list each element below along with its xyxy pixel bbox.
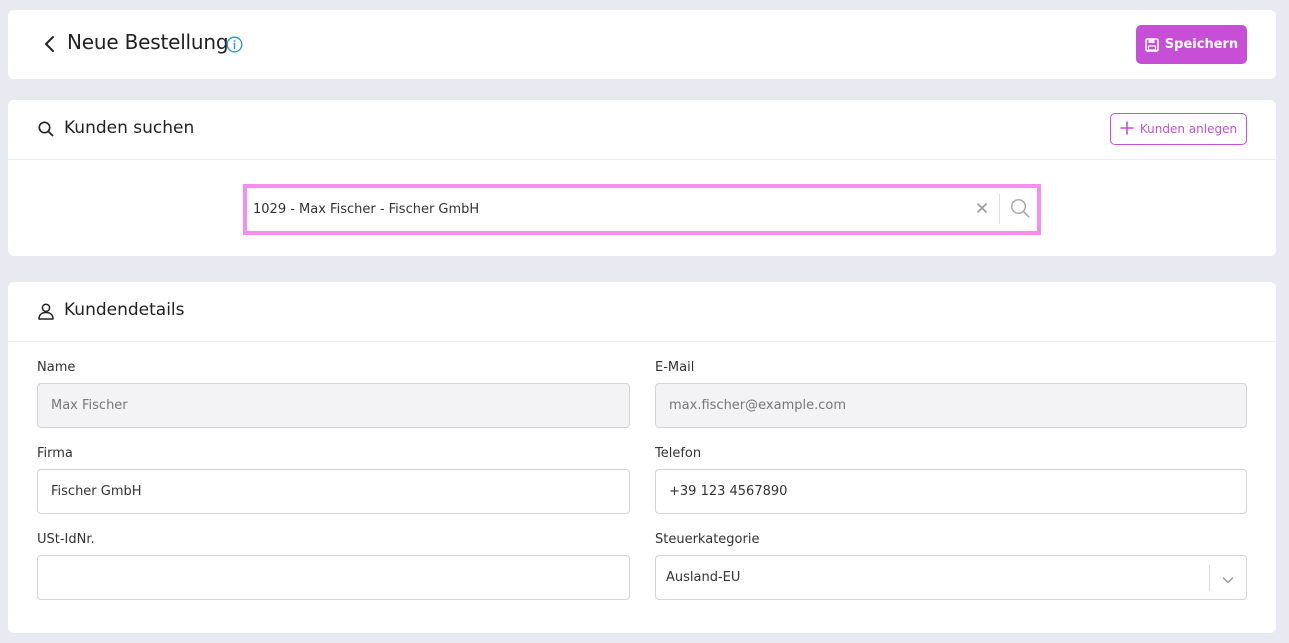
search-divider [999,194,1000,224]
vat-field[interactable] [37,555,630,600]
save-icon [1144,37,1159,52]
customer-search-section: Kunden suchen Kunden anlegen [8,100,1276,256]
customer-details-section: Kundendetails Name Firma USt-IdNr. E-Mai… [8,282,1276,633]
info-icon[interactable] [226,36,243,53]
tax-category-value: Ausland-EU [666,570,741,585]
tax-category-select[interactable]: Ausland-EU [655,555,1247,600]
email-field [655,383,1247,428]
phone-label: Telefon [655,446,702,461]
customer-search-box [243,184,1041,235]
vat-label: USt-IdNr. [37,532,95,547]
save-button[interactable]: Speichern [1136,25,1247,64]
section-header: Kunden suchen Kunden anlegen [8,100,1276,160]
page-title: Neue Bestellung [67,30,229,54]
phone-field[interactable] [655,469,1247,514]
plus-icon [1120,120,1134,138]
add-customer-label: Kunden anlegen [1139,122,1238,136]
user-icon [37,302,55,320]
page-header: Neue Bestellung Speichern [8,10,1276,79]
search-icon[interactable] [1009,197,1031,219]
email-label: E-Mail [655,360,695,375]
name-label: Name [37,360,76,375]
section-title: Kunden suchen [64,118,195,138]
company-label: Firma [37,446,73,461]
tax-category-label: Steuerkategorie [655,532,760,547]
company-field[interactable] [37,469,630,514]
chevron-left-icon[interactable] [40,34,60,54]
section-header: Kundendetails [8,282,1276,342]
customer-search-input[interactable] [253,194,963,225]
add-customer-button[interactable]: Kunden anlegen [1110,113,1247,145]
select-divider [1209,565,1210,591]
name-field [37,383,630,428]
section-title: Kundendetails [64,300,185,320]
chevron-down-icon[interactable] [1221,572,1235,586]
search-icon [37,120,55,138]
close-icon[interactable] [975,200,989,214]
save-button-label: Speichern [1164,37,1239,52]
